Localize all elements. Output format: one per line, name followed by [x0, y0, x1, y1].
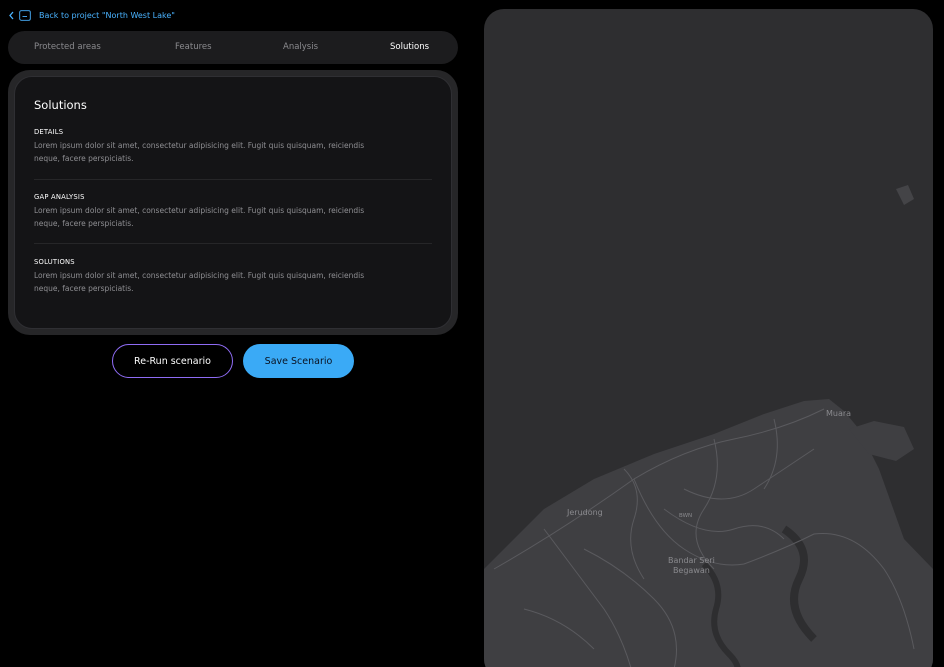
map-label-jerudong: Jerudong	[567, 508, 603, 517]
section-label-details: DETAILS	[34, 128, 64, 136]
tab-solutions[interactable]: Solutions	[390, 31, 429, 64]
divider	[34, 243, 432, 244]
map-label-bwn: BWN	[679, 513, 693, 519]
tab-protected-areas[interactable]: Protected areas	[34, 31, 101, 64]
tab-analysis[interactable]: Analysis	[283, 31, 318, 64]
section-label-solutions: SOLUTIONS	[34, 258, 75, 266]
back-link[interactable]: Back to project "North West Lake"	[8, 10, 175, 21]
map-label-muara: Muara	[826, 409, 852, 418]
chevron-left-icon	[8, 11, 15, 20]
map-label-city: Bandar Seri Begawan	[668, 556, 715, 576]
folder-icon	[19, 10, 31, 21]
back-link-label: Back to project "North West Lake"	[39, 11, 175, 20]
tab-bar: Protected areas Features Analysis Soluti…	[8, 31, 458, 64]
section-body-solutions: Lorem ipsum dolor sit amet, consectetur …	[34, 271, 365, 293]
island-shape	[896, 185, 914, 205]
divider	[34, 179, 432, 180]
rerun-scenario-button[interactable]: Re-Run scenario	[112, 344, 233, 378]
save-scenario-button[interactable]: Save Scenario	[243, 344, 354, 378]
map-label-city-line1: Bandar Seri	[668, 556, 715, 565]
tab-features[interactable]: Features	[175, 31, 212, 64]
map-view[interactable]: Muara Jerudong BWN Bandar Seri Begawan	[484, 9, 933, 667]
section-body-details: Lorem ipsum dolor sit amet, consectetur …	[34, 141, 365, 163]
section-label-gap-analysis: GAP ANALYSIS	[34, 193, 85, 201]
section-body-gap-analysis: Lorem ipsum dolor sit amet, consectetur …	[34, 206, 365, 228]
map-label-city-line2: Begawan	[672, 566, 710, 575]
card-title: Solutions	[34, 98, 87, 112]
